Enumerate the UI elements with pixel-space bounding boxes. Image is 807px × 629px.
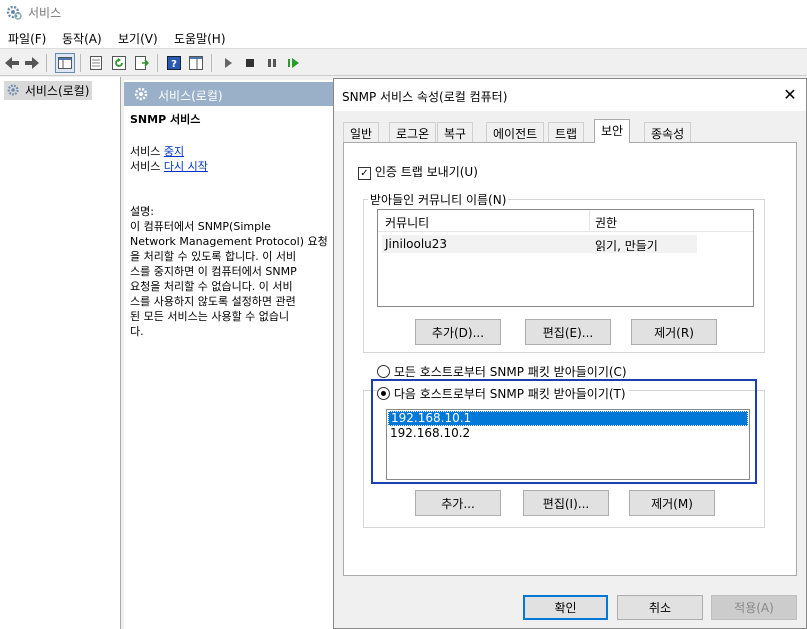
menu-action[interactable]: 동작(A) bbox=[62, 30, 102, 47]
community-rights-cell: 읽기, 만들기 bbox=[595, 239, 658, 253]
description-line: 이 컴퓨터에서 SNMP(Simple bbox=[130, 220, 271, 233]
restart-service-icon[interactable] bbox=[284, 53, 304, 73]
forward-arrow-icon[interactable] bbox=[22, 53, 42, 73]
close-icon[interactable]: ✕ bbox=[780, 85, 800, 105]
services-gear-icon bbox=[134, 87, 148, 101]
list-item[interactable]: 192.168.10.2 bbox=[388, 427, 748, 442]
radio-selected-icon[interactable] bbox=[377, 387, 390, 400]
edit-community-button[interactable]: 편집(E)... bbox=[525, 319, 611, 345]
back-arrow-icon[interactable] bbox=[2, 53, 22, 73]
tab-general[interactable]: 일반 bbox=[343, 122, 380, 142]
tab-agent[interactable]: 에이전트 bbox=[486, 122, 545, 142]
description-line: 다. bbox=[130, 325, 144, 338]
svg-text:?: ? bbox=[171, 59, 177, 70]
stop-service-link[interactable]: 중지 bbox=[164, 145, 184, 158]
accept-these-hosts-row[interactable]: 다음 호스트로부터 SNMP 패킷 받아들이기(T) bbox=[377, 385, 629, 402]
cancel-button[interactable]: 취소 bbox=[617, 595, 703, 620]
community-name-cell: Jiniloolu23 bbox=[385, 237, 448, 251]
menu-view[interactable]: 보기(V) bbox=[118, 30, 158, 47]
column-header-community[interactable]: 커뮤니티 bbox=[385, 214, 429, 231]
checked-checkbox-icon[interactable]: ✓ bbox=[358, 167, 371, 180]
description-line: 을 처리할 수 있도록 합니다. 이 서비 bbox=[130, 250, 297, 263]
description-line: Network Management Protocol) 요청 bbox=[130, 235, 328, 248]
add-community-button[interactable]: 추가(D)... bbox=[415, 319, 501, 345]
list-item[interactable]: 192.168.10.1 bbox=[388, 411, 748, 426]
refresh-icon[interactable] bbox=[109, 53, 129, 73]
add-host-button[interactable]: 추가... bbox=[415, 490, 501, 516]
send-auth-trap-label: 인증 트랩 보내기(U) bbox=[374, 165, 478, 179]
hosts-listbox[interactable]: 192.168.10.1 192.168.10.2 bbox=[386, 409, 750, 480]
ok-button[interactable]: 확인 bbox=[523, 595, 608, 620]
restart-service-link[interactable]: 다시 시작 bbox=[164, 160, 208, 173]
console-tree: 서비스(로컬) bbox=[0, 77, 121, 629]
tree-node-label: 서비스(로컬) bbox=[24, 84, 90, 98]
toolbar-separator bbox=[157, 54, 158, 72]
properties-sheet-icon[interactable] bbox=[86, 53, 106, 73]
tab-security[interactable]: 보안 bbox=[594, 119, 631, 143]
description-line: 스를 사용하지 않도록 설정하면 관련 bbox=[130, 295, 296, 308]
accept-any-host-label: 모든 호스트로부터 SNMP 패킷 받아들이기(C) bbox=[393, 365, 627, 379]
show-hide-action-pane-icon[interactable] bbox=[186, 53, 206, 73]
community-listview[interactable]: 커뮤니티 권한 Jiniloolu23 읽기, 만들기 bbox=[377, 209, 754, 307]
tree-node-services-local[interactable]: 서비스(로컬) bbox=[4, 81, 93, 100]
accept-any-host-row[interactable]: 모든 호스트로부터 SNMP 패킷 받아들이기(C) bbox=[377, 363, 627, 380]
community-header-row: 커뮤니티 권한 bbox=[378, 210, 753, 232]
remove-host-button[interactable]: 제거(M) bbox=[629, 490, 715, 516]
dialog-title: SNMP 서비스 속성(로컬 컴퓨터) bbox=[342, 90, 508, 104]
toolbar-separator bbox=[80, 54, 81, 72]
services-gear-icon bbox=[6, 5, 22, 20]
menu-bar: 파일(F) 동작(A) 보기(V) 도움말(H) bbox=[0, 26, 807, 48]
export-list-icon[interactable] bbox=[132, 53, 152, 73]
table-row[interactable]: Jiniloolu23 읽기, 만들기 bbox=[382, 235, 697, 253]
window-titlebar: 서비스 bbox=[0, 0, 807, 26]
menu-help[interactable]: 도움말(H) bbox=[174, 30, 226, 47]
toolbar-separator bbox=[211, 54, 212, 72]
stop-service-icon[interactable] bbox=[240, 53, 260, 73]
apply-button[interactable]: 적용(A) bbox=[711, 595, 797, 620]
window-title: 서비스 bbox=[28, 6, 62, 20]
service-name: SNMP 서비스 bbox=[130, 113, 201, 126]
security-tab-panel: ✓ 인증 트랩 보내기(U) 받아들인 커뮤니티 이름(N) 커뮤니티 권한 J… bbox=[343, 142, 797, 576]
tab-logon[interactable]: 로그온 bbox=[389, 122, 437, 142]
accept-these-hosts-label: 다음 호스트로부터 SNMP 패킷 받아들이기(T) bbox=[393, 387, 626, 401]
pane-header-title: 서비스(로컬) bbox=[158, 89, 223, 103]
toolbar: ? bbox=[0, 48, 807, 76]
pane-splitter[interactable] bbox=[121, 77, 124, 629]
tab-dependencies[interactable]: 종속성 bbox=[644, 122, 692, 142]
description-label: 설명: bbox=[130, 205, 154, 218]
help-icon[interactable]: ? bbox=[164, 53, 184, 73]
column-header-rights[interactable]: 권한 bbox=[595, 214, 617, 231]
send-auth-trap-row[interactable]: ✓ 인증 트랩 보내기(U) bbox=[358, 163, 478, 180]
stop-service-line: 서비스 중지 bbox=[130, 145, 185, 158]
dialog-titlebar: SNMP 서비스 속성(로컬 컴퓨터) ✕ bbox=[334, 79, 806, 111]
column-divider[interactable] bbox=[589, 210, 590, 232]
start-service-icon[interactable] bbox=[218, 53, 238, 73]
edit-host-button[interactable]: 편집(I)... bbox=[523, 490, 609, 516]
community-group-label: 받아들인 커뮤니티 이름(N) bbox=[368, 191, 509, 208]
remove-community-button[interactable]: 제거(R) bbox=[631, 319, 717, 345]
console-tree-icon[interactable] bbox=[55, 53, 75, 73]
description-line: 된 모든 서비스는 사용할 수 없습니 bbox=[130, 310, 290, 323]
radio-unselected-icon[interactable] bbox=[377, 365, 390, 378]
toolbar-separator bbox=[46, 54, 47, 72]
restart-service-line: 서비스 다시 시작 bbox=[130, 160, 208, 173]
tab-recovery[interactable]: 복구 bbox=[437, 122, 474, 142]
tab-traps[interactable]: 트랩 bbox=[548, 122, 585, 142]
description-line: 요청을 처리할 수 없습니다. 이 서비 bbox=[130, 280, 293, 293]
menu-file[interactable]: 파일(F) bbox=[8, 30, 46, 47]
pause-service-icon[interactable] bbox=[262, 53, 282, 73]
services-gear-icon bbox=[7, 84, 19, 96]
service-info-panel: SNMP 서비스 서비스 중지 서비스 다시 시작 설명: 이 컴퓨터에서 SN… bbox=[130, 112, 330, 339]
description-line: 스를 중지하면 이 컴퓨터에서 SNMP bbox=[130, 265, 297, 278]
properties-dialog: SNMP 서비스 속성(로컬 컴퓨터) ✕ 일반 로그온 복구 에이전트 트랩 … bbox=[333, 78, 807, 629]
pane-header: 서비스(로컬) bbox=[124, 82, 334, 106]
